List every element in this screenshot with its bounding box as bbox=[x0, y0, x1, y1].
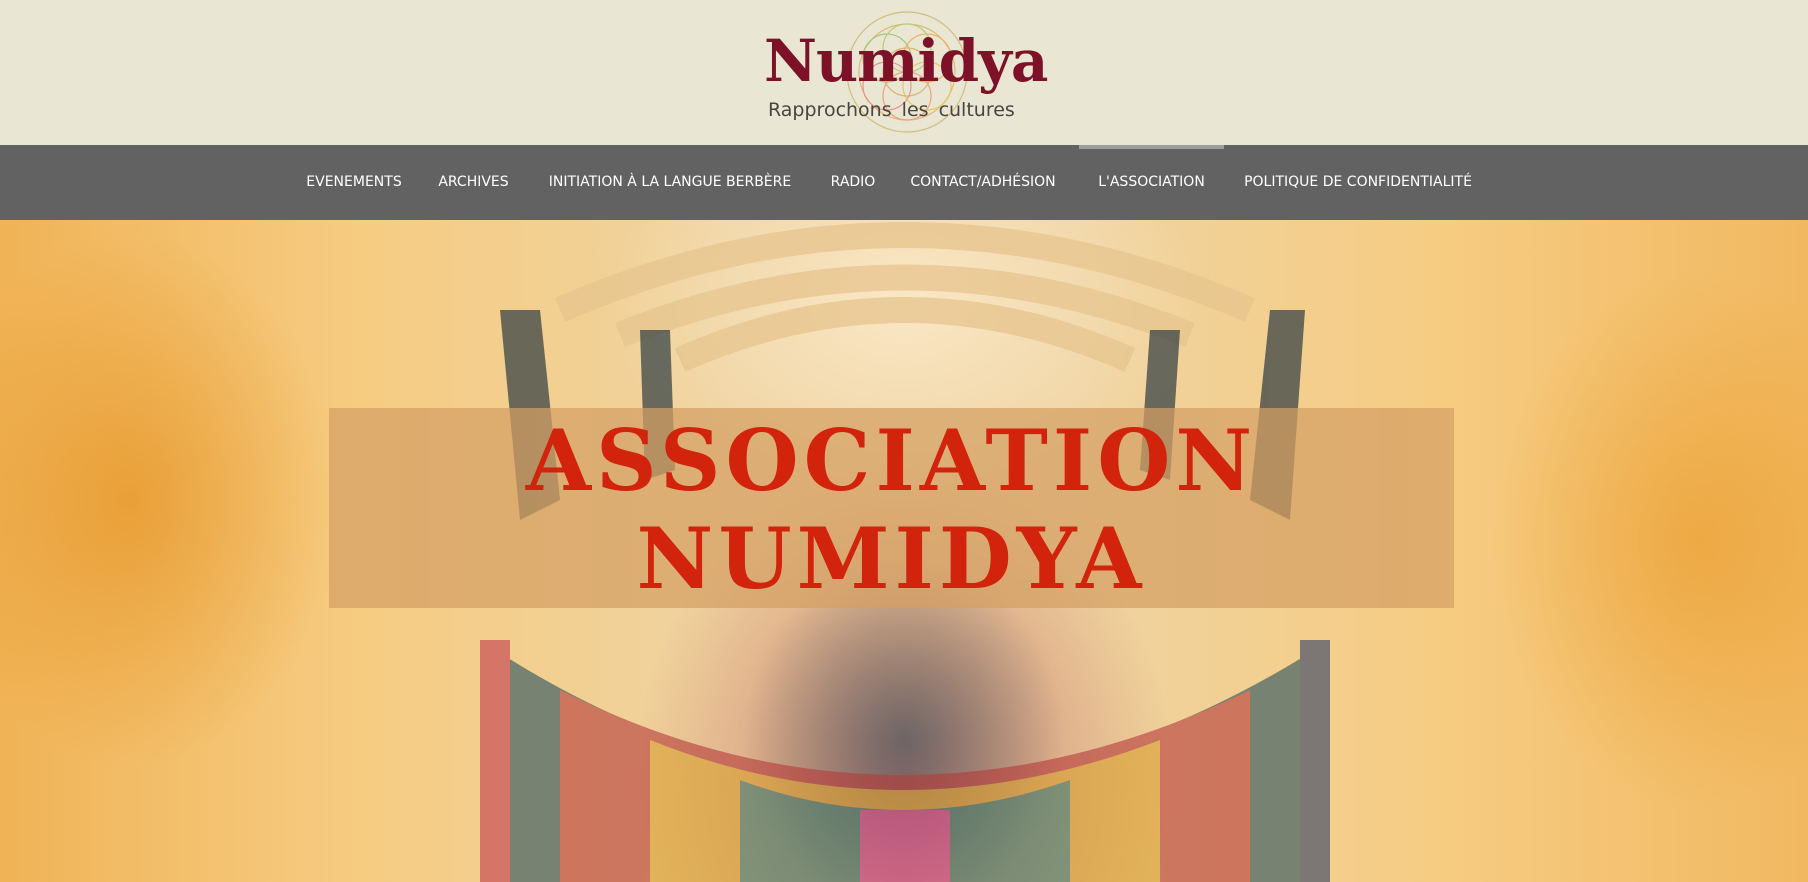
logo-wordmark: Numidya bbox=[764, 27, 1048, 95]
site-logo[interactable]: Numidya Rapprochons les cultures bbox=[760, 8, 1048, 138]
nav-item-evenements[interactable]: EVENEMENTS bbox=[288, 145, 420, 220]
hero-title: ASSOCIATION NUMIDYA bbox=[525, 411, 1258, 608]
nav-item-association[interactable]: L'ASSOCIATION bbox=[1079, 145, 1224, 220]
main-navigation: EVENEMENTS ARCHIVES INITIATION À LA LANG… bbox=[0, 145, 1808, 220]
hero-section: ASSOCIATION NUMIDYA bbox=[0, 220, 1808, 882]
nav-item-politique-confidentialite[interactable]: POLITIQUE DE CONFIDENTIALITÉ bbox=[1224, 145, 1492, 220]
page: Numidya Rapprochons les cultures EVENEME… bbox=[0, 0, 1808, 882]
nav-item-archives[interactable]: ARCHIVES bbox=[420, 145, 527, 220]
nav-item-contact-adhesion[interactable]: CONTACT/ADHÉSION bbox=[893, 145, 1073, 220]
nav-list: EVENEMENTS ARCHIVES INITIATION À LA LANG… bbox=[0, 145, 1808, 220]
nav-item-radio[interactable]: RADIO bbox=[813, 145, 893, 220]
site-header: Numidya Rapprochons les cultures bbox=[0, 0, 1808, 145]
hero-title-banner: ASSOCIATION NUMIDYA bbox=[329, 408, 1454, 608]
logo-tagline: Rapprochons les cultures bbox=[768, 99, 1015, 121]
nav-item-initiation-langue-berbere[interactable]: INITIATION À LA LANGUE BERBÈRE bbox=[527, 145, 813, 220]
